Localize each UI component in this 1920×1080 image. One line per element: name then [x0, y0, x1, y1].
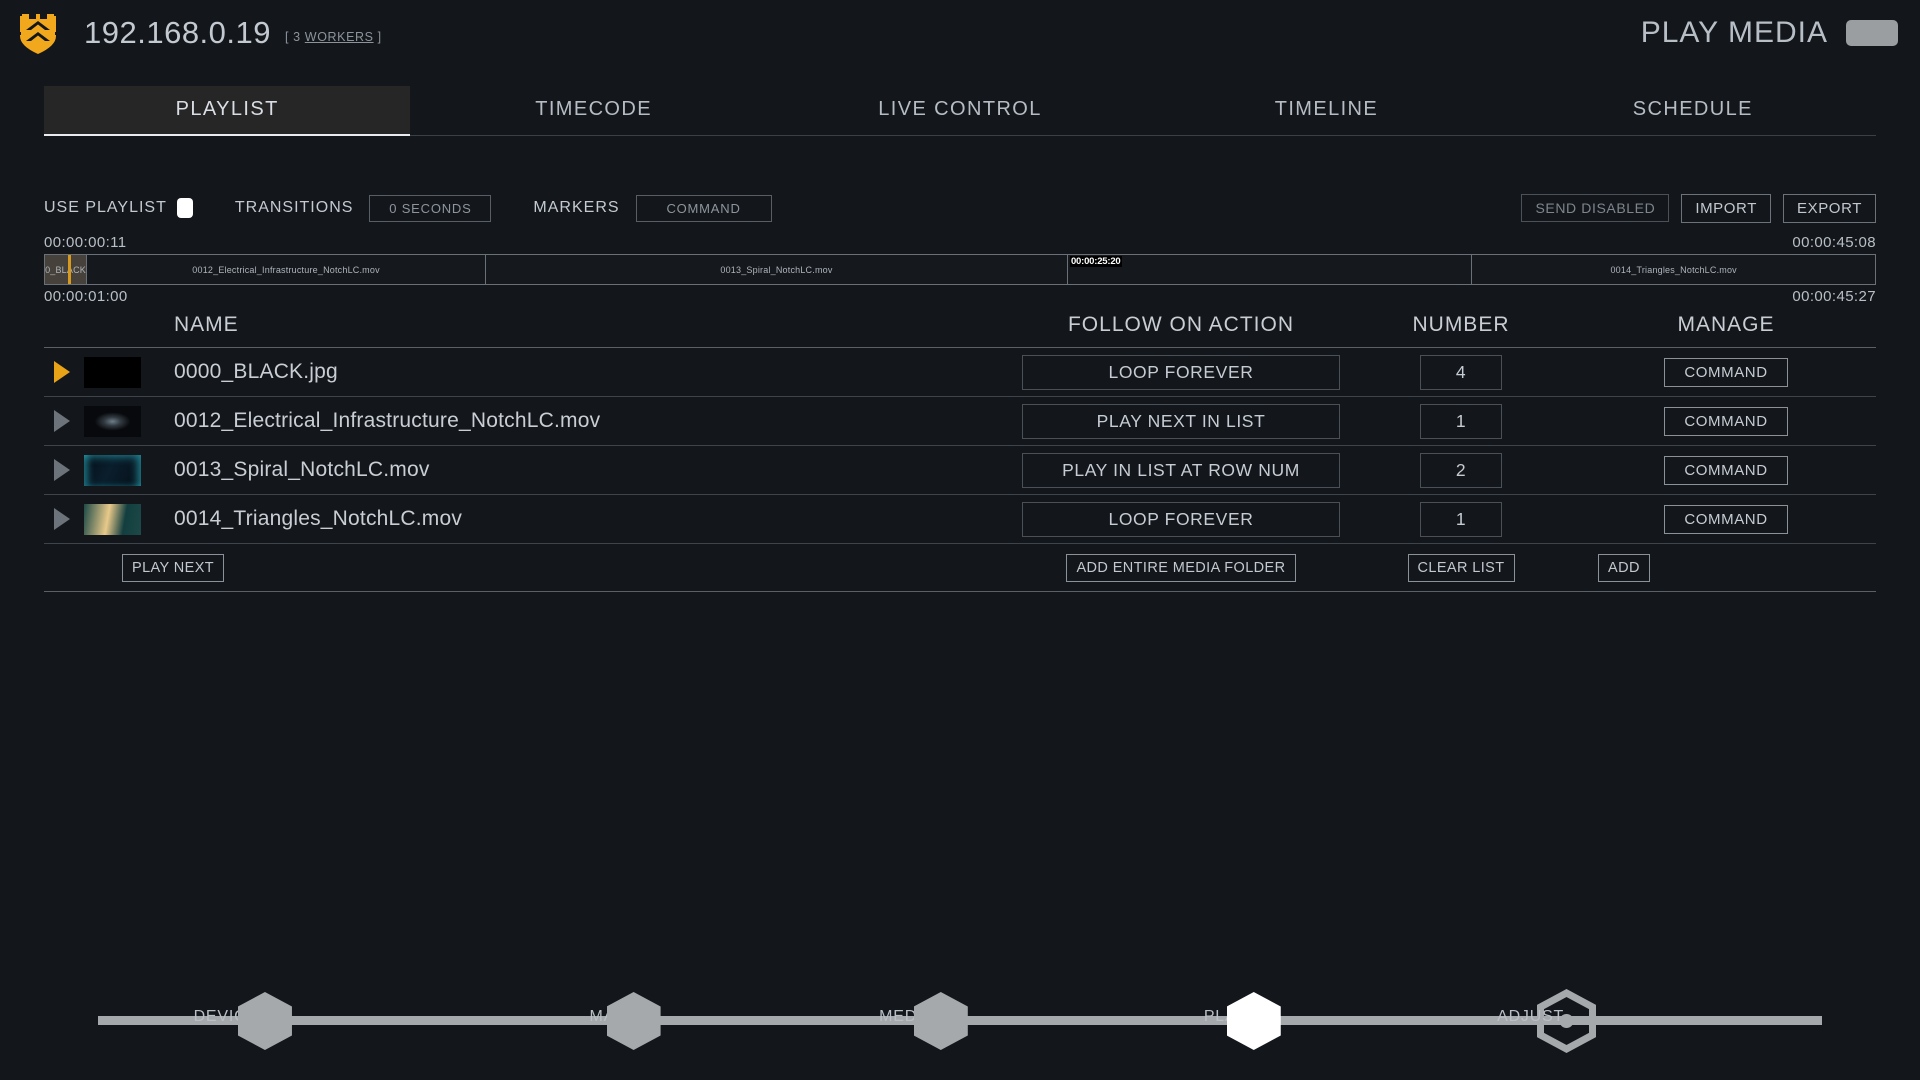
tab-timeline[interactable]: TIMELINE: [1143, 86, 1509, 135]
transitions-value-field[interactable]: 0 SECONDS: [369, 194, 492, 222]
timeline-top-right-time: 00:00:45:08: [1792, 234, 1876, 251]
workflow-step-device[interactable]: DEVICE: [194, 992, 292, 1050]
table-footer-row: PLAY NEXT ADD ENTIRE MEDIA FOLDER CLEAR …: [44, 544, 1876, 592]
tab-timecode[interactable]: TIMECODE: [410, 86, 776, 135]
column-header-name: NAME: [174, 313, 239, 336]
file-name: 0014_Triangles_NotchLC.mov: [174, 507, 463, 530]
hexagon-icon: [237, 992, 292, 1050]
header-right-group: PLAY MEDIA: [1641, 16, 1898, 50]
timeline-segment[interactable]: 00:00:25:20: [1068, 255, 1473, 284]
tab-live-control[interactable]: LIVE CONTROL: [777, 86, 1143, 135]
shield-chevron-logo-icon: [14, 9, 62, 57]
timeline-segment-label: 0012_Electrical_Infrastructure_NotchLC.m…: [192, 264, 380, 275]
table-row[interactable]: 0000_BLACK.jpg LOOP FOREVER 4 COMMAND: [44, 348, 1876, 397]
timeline-segment[interactable]: 0014_Triangles_NotchLC.mov: [1472, 255, 1875, 284]
workflow-step-adjust[interactable]: ADJUST: [1497, 989, 1598, 1058]
timeline-bottom-times: 00:00:01:00 00:00:45:27: [44, 285, 1876, 305]
workflow-step-map[interactable]: MAP: [590, 992, 661, 1050]
markers-label: MARKERS: [533, 199, 620, 216]
table-row[interactable]: 0012_Electrical_Infrastructure_NotchLC.m…: [44, 397, 1876, 446]
number-input[interactable]: 2: [1420, 452, 1502, 488]
mode-title: PLAY MEDIA: [1640, 16, 1828, 49]
table-row[interactable]: 0014_Triangles_NotchLC.mov LOOP FOREVER 1 C…: [44, 495, 1876, 544]
column-header-manage: MANAGE: [1677, 313, 1775, 336]
table-body: 0000_BLACK.jpg LOOP FOREVER 4 COMMAND 0012_E…: [44, 348, 1876, 544]
play-icon[interactable]: [54, 361, 70, 383]
playlist-toolbar: USE PLAYLIST TRANSITIONS 0 SECONDS MARKE…: [44, 193, 1876, 223]
follow-on-action-select[interactable]: PLAY IN LIST AT ROW NUM: [1022, 452, 1340, 488]
tab-playlist[interactable]: PLAYLIST: [44, 86, 411, 136]
clear-list-button[interactable]: CLEAR LIST: [1407, 553, 1515, 582]
main-tab-bar: PLAYLIST TIMECODE LIVE CONTROL TIMELINE SCHE…: [44, 86, 1876, 136]
app-header: 192.168.0.19 [ 3 WORKERS ] PLAY MEDIA: [0, 0, 1920, 66]
timeline-segment[interactable]: 0013_Spiral_NotchLC.mov: [486, 255, 1068, 284]
timeline-playhead[interactable]: [67, 255, 71, 284]
toolbar-right-group: SEND DISABLED IMPORT EXPORT: [1521, 193, 1876, 223]
tab-schedule[interactable]: SCHEDULE: [1510, 86, 1876, 135]
workflow-step-nav: DEVICE MAP MEDIA PLAY ADJUST: [0, 958, 1920, 1054]
play-icon[interactable]: [54, 508, 70, 530]
workflow-step-play[interactable]: PLAY: [1204, 992, 1281, 1050]
timeline-top-times: 00:00:00:11 00:00:45:08: [44, 234, 1876, 254]
timeline-segments-bar[interactable]: 0_BLACK 0012_Electrical_Infrastructure_No…: [44, 254, 1876, 285]
play-icon[interactable]: [54, 410, 70, 432]
timeline-segment[interactable]: 0_BLACK: [45, 255, 88, 284]
host-ip: 192.168.0.19: [84, 15, 272, 50]
table-header-row: NAME FOLLOW ON ACTION NUMBER MANAGE: [44, 313, 1876, 348]
timeline-cursor-time-label: 00:00:25:20: [1069, 256, 1122, 267]
manage-command-button[interactable]: COMMAND: [1664, 455, 1788, 485]
timeline-bottom-right-time: 00:00:45:27: [1792, 288, 1876, 305]
hexagon-icon: [606, 992, 661, 1050]
play-icon[interactable]: [54, 459, 70, 481]
send-disabled-button[interactable]: SEND DISABLED: [1521, 194, 1670, 222]
file-name: 0000_BLACK.jpg: [174, 360, 338, 383]
black-thumbnail: [84, 356, 141, 388]
workflow-step-label: ADJUST: [1497, 1008, 1565, 1025]
workers-prefix: [ 3: [285, 30, 305, 44]
number-input[interactable]: 1: [1420, 501, 1502, 537]
number-input[interactable]: 4: [1420, 354, 1502, 390]
workers-link[interactable]: WORKERS: [305, 30, 374, 44]
markers-command-field[interactable]: COMMAND: [635, 194, 772, 222]
timeline-top-left-time: 00:00:00:11: [44, 234, 127, 251]
transitions-label: TRANSITIONS: [234, 199, 354, 216]
manage-command-button[interactable]: COMMAND: [1664, 406, 1788, 436]
timeline-segment-label: 0_BLACK: [45, 264, 86, 275]
table-row[interactable]: 0013_Spiral_NotchLC.mov PLAY IN LIST AT R…: [44, 446, 1876, 495]
workers-count[interactable]: [ 3 WORKERS ]: [285, 22, 382, 44]
follow-on-action-select[interactable]: LOOP FOREVER: [1022, 354, 1340, 390]
number-input[interactable]: 1: [1420, 403, 1502, 439]
column-header-number: NUMBER: [1412, 313, 1510, 336]
use-playlist-label: USE PLAYLIST: [44, 199, 167, 216]
timeline-segment[interactable]: 0012_Electrical_Infrastructure_NotchLC.m…: [87, 255, 487, 284]
manage-command-button[interactable]: COMMAND: [1664, 504, 1788, 534]
add-entire-media-folder-button[interactable]: ADD ENTIRE MEDIA FOLDER: [1066, 553, 1296, 582]
follow-on-action-select[interactable]: LOOP FOREVER: [1022, 501, 1340, 537]
add-button[interactable]: ADD: [1598, 553, 1650, 582]
hexagon-icon: [913, 992, 968, 1050]
manage-command-button[interactable]: COMMAND: [1664, 357, 1788, 387]
spiral-thumbnail: [84, 454, 141, 486]
hexagon-icon: [1226, 992, 1281, 1050]
export-button[interactable]: EXPORT: [1782, 193, 1876, 223]
timeline-segment-label: 0013_Spiral_NotchLC.mov: [720, 264, 833, 275]
triangles-thumbnail: [84, 503, 141, 535]
mode-toggle-button[interactable]: [1846, 20, 1898, 46]
use-playlist-toggle[interactable]: [176, 198, 193, 218]
workers-suffix: ]: [373, 30, 382, 44]
timeline-bottom-left-time: 00:00:01:00: [44, 288, 128, 305]
file-name: 0012_Electrical_Infrastructure_NotchLC.m…: [174, 409, 601, 432]
import-button[interactable]: IMPORT: [1681, 193, 1771, 223]
file-name: 0013_Spiral_NotchLC.mov: [174, 458, 430, 481]
timeline-segment-label: 0014_Triangles_NotchLC.mov: [1610, 264, 1737, 275]
follow-on-action-select[interactable]: PLAY NEXT IN LIST: [1022, 403, 1340, 439]
electrical-infrastructure-thumbnail: [84, 405, 141, 437]
play-next-button[interactable]: PLAY NEXT: [122, 553, 225, 582]
column-header-action: FOLLOW ON ACTION: [1067, 313, 1295, 336]
timeline-strip: 00:00:00:11 00:00:45:08 0_BLACK 0012_Elec…: [44, 234, 1876, 305]
workflow-step-media[interactable]: MEDIA: [879, 992, 968, 1050]
playlist-table: NAME FOLLOW ON ACTION NUMBER MANAGE 0000…: [44, 313, 1876, 592]
